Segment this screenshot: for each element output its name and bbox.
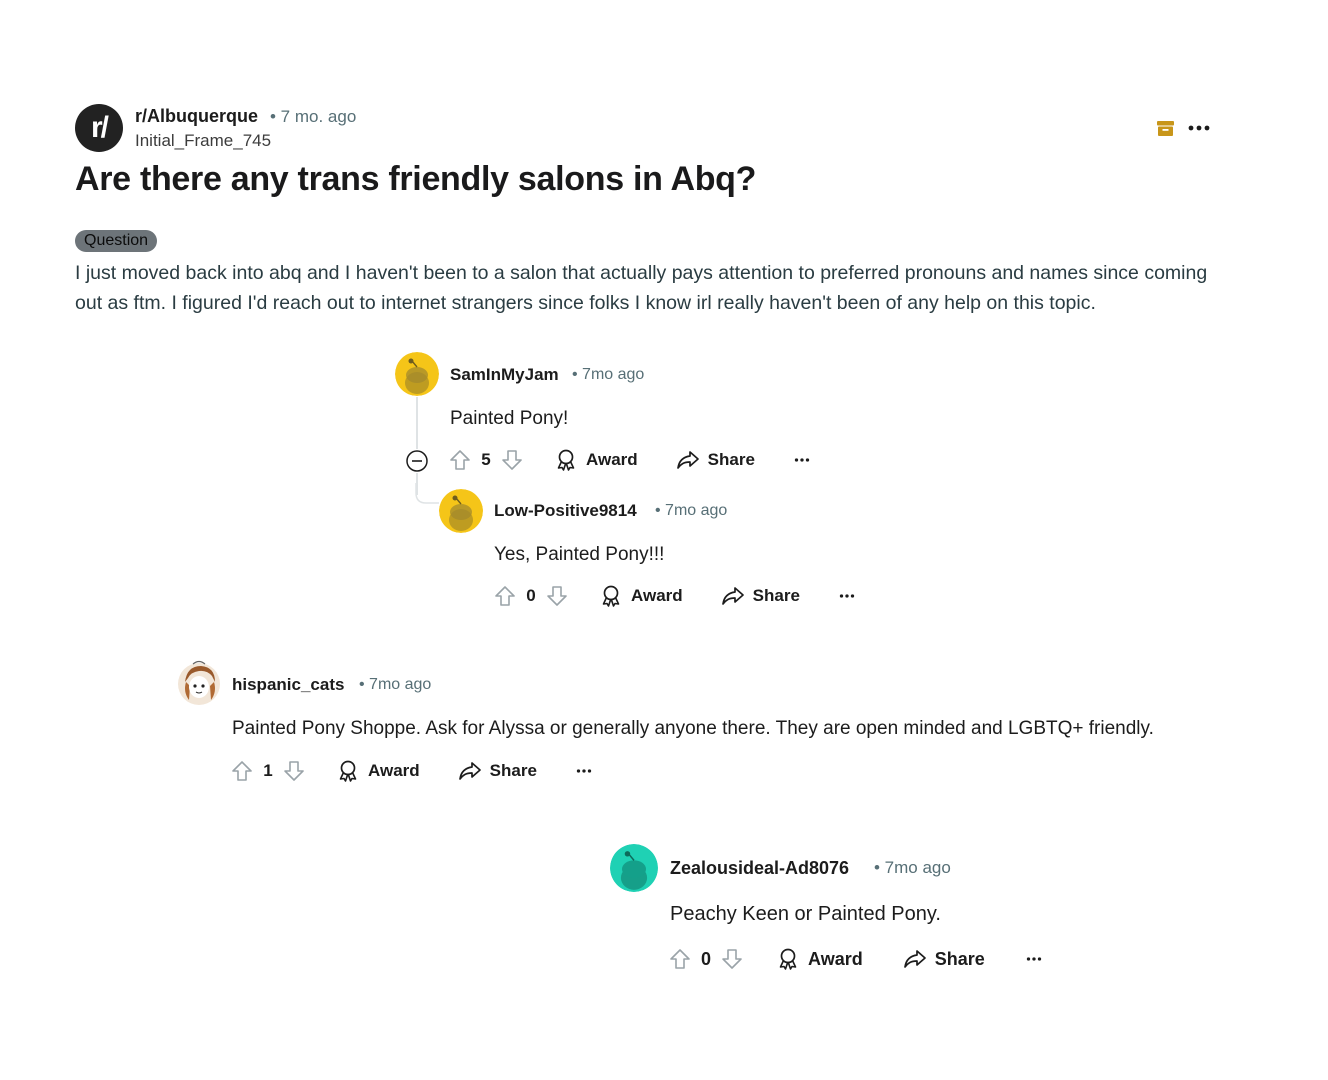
more-options-icon[interactable] bbox=[573, 760, 595, 782]
award-button[interactable]: Award bbox=[336, 759, 420, 783]
award-label: Award bbox=[631, 586, 683, 605]
comment-username[interactable]: hispanic_cats bbox=[232, 675, 344, 695]
vote-count: 0 bbox=[526, 586, 536, 605]
award-button[interactable]: Award bbox=[776, 947, 863, 971]
post-body: I just moved back into abq and I haven't… bbox=[75, 262, 1208, 314]
comment-actions: 5 Award Share bbox=[448, 446, 813, 474]
share-icon bbox=[458, 759, 482, 783]
share-icon bbox=[676, 448, 700, 472]
share-button[interactable]: Share bbox=[458, 759, 537, 783]
award-icon bbox=[336, 759, 360, 783]
comment-username[interactable]: Zealousideal-Ad8076 bbox=[670, 858, 849, 879]
share-button[interactable]: Share bbox=[903, 947, 985, 971]
thread-curve bbox=[415, 483, 439, 504]
user-avatar[interactable] bbox=[395, 352, 439, 396]
downvote-icon[interactable] bbox=[720, 947, 744, 971]
comment-actions: 0 Award Share bbox=[668, 945, 1045, 973]
downvote-icon[interactable] bbox=[282, 759, 306, 783]
more-options-icon[interactable] bbox=[1186, 118, 1212, 138]
vote-count: 0 bbox=[701, 948, 712, 969]
share-label: Share bbox=[934, 948, 985, 969]
award-label: Award bbox=[808, 948, 863, 969]
share-label: Share bbox=[707, 450, 755, 469]
share-button[interactable]: Share bbox=[721, 584, 800, 608]
award-button[interactable]: Award bbox=[554, 448, 638, 472]
vote-count: 5 bbox=[481, 450, 491, 469]
downvote-icon[interactable] bbox=[500, 448, 524, 472]
comment-text: Yes, Painted Pony!!! bbox=[494, 544, 665, 565]
post-age: • 7 mo. ago bbox=[270, 107, 357, 126]
award-label: Award bbox=[368, 761, 420, 780]
thread-line bbox=[416, 397, 418, 449]
comment-username[interactable]: SamInMyJam bbox=[450, 365, 559, 385]
more-options-icon[interactable] bbox=[836, 585, 858, 607]
award-icon bbox=[599, 584, 623, 608]
archive-icon bbox=[1157, 121, 1174, 136]
comment-actions: 1 Award Share bbox=[230, 757, 595, 785]
comment-time: • 7mo ago bbox=[655, 502, 728, 519]
upvote-icon[interactable] bbox=[493, 584, 517, 608]
post-title[interactable]: Are there any trans friendly salons in A… bbox=[75, 160, 756, 199]
award-label: Award bbox=[586, 450, 638, 469]
share-label: Share bbox=[752, 586, 800, 605]
comment-text: Peachy Keen or Painted Pony. bbox=[670, 903, 941, 925]
comment-time: • 7mo ago bbox=[874, 858, 951, 877]
collapse-button[interactable] bbox=[405, 449, 429, 473]
comment-actions: 0 Award Share bbox=[493, 582, 858, 610]
user-avatar[interactable] bbox=[439, 489, 483, 533]
comment-time: • 7mo ago bbox=[359, 676, 432, 693]
comment-username[interactable]: Low-Positive9814 bbox=[494, 501, 637, 521]
subreddit-name[interactable]: r/Albuquerque bbox=[135, 106, 258, 127]
upvote-icon[interactable] bbox=[668, 947, 692, 971]
upvote-icon[interactable] bbox=[230, 759, 254, 783]
comment-time: • 7mo ago bbox=[572, 366, 645, 383]
share-icon bbox=[903, 947, 927, 971]
award-icon bbox=[554, 448, 578, 472]
user-avatar[interactable] bbox=[610, 844, 658, 892]
award-button[interactable]: Award bbox=[599, 584, 683, 608]
subreddit-avatar[interactable]: r/ bbox=[75, 104, 123, 152]
post-flair[interactable]: Question bbox=[75, 230, 158, 252]
share-label: Share bbox=[489, 761, 537, 780]
share-icon bbox=[721, 584, 745, 608]
award-icon bbox=[776, 947, 800, 971]
comment-text: Painted Pony! bbox=[450, 408, 569, 429]
upvote-icon[interactable] bbox=[448, 448, 472, 472]
user-avatar[interactable] bbox=[177, 660, 221, 706]
share-button[interactable]: Share bbox=[676, 448, 755, 472]
more-options-icon[interactable] bbox=[791, 449, 813, 471]
post-author[interactable]: Initial_Frame_745 bbox=[135, 131, 271, 151]
downvote-icon[interactable] bbox=[545, 584, 569, 608]
vote-count: 1 bbox=[263, 761, 273, 780]
comment-text: Painted Pony Shoppe. Ask for Alyssa or g… bbox=[232, 718, 1154, 739]
more-options-icon[interactable] bbox=[1023, 948, 1045, 970]
